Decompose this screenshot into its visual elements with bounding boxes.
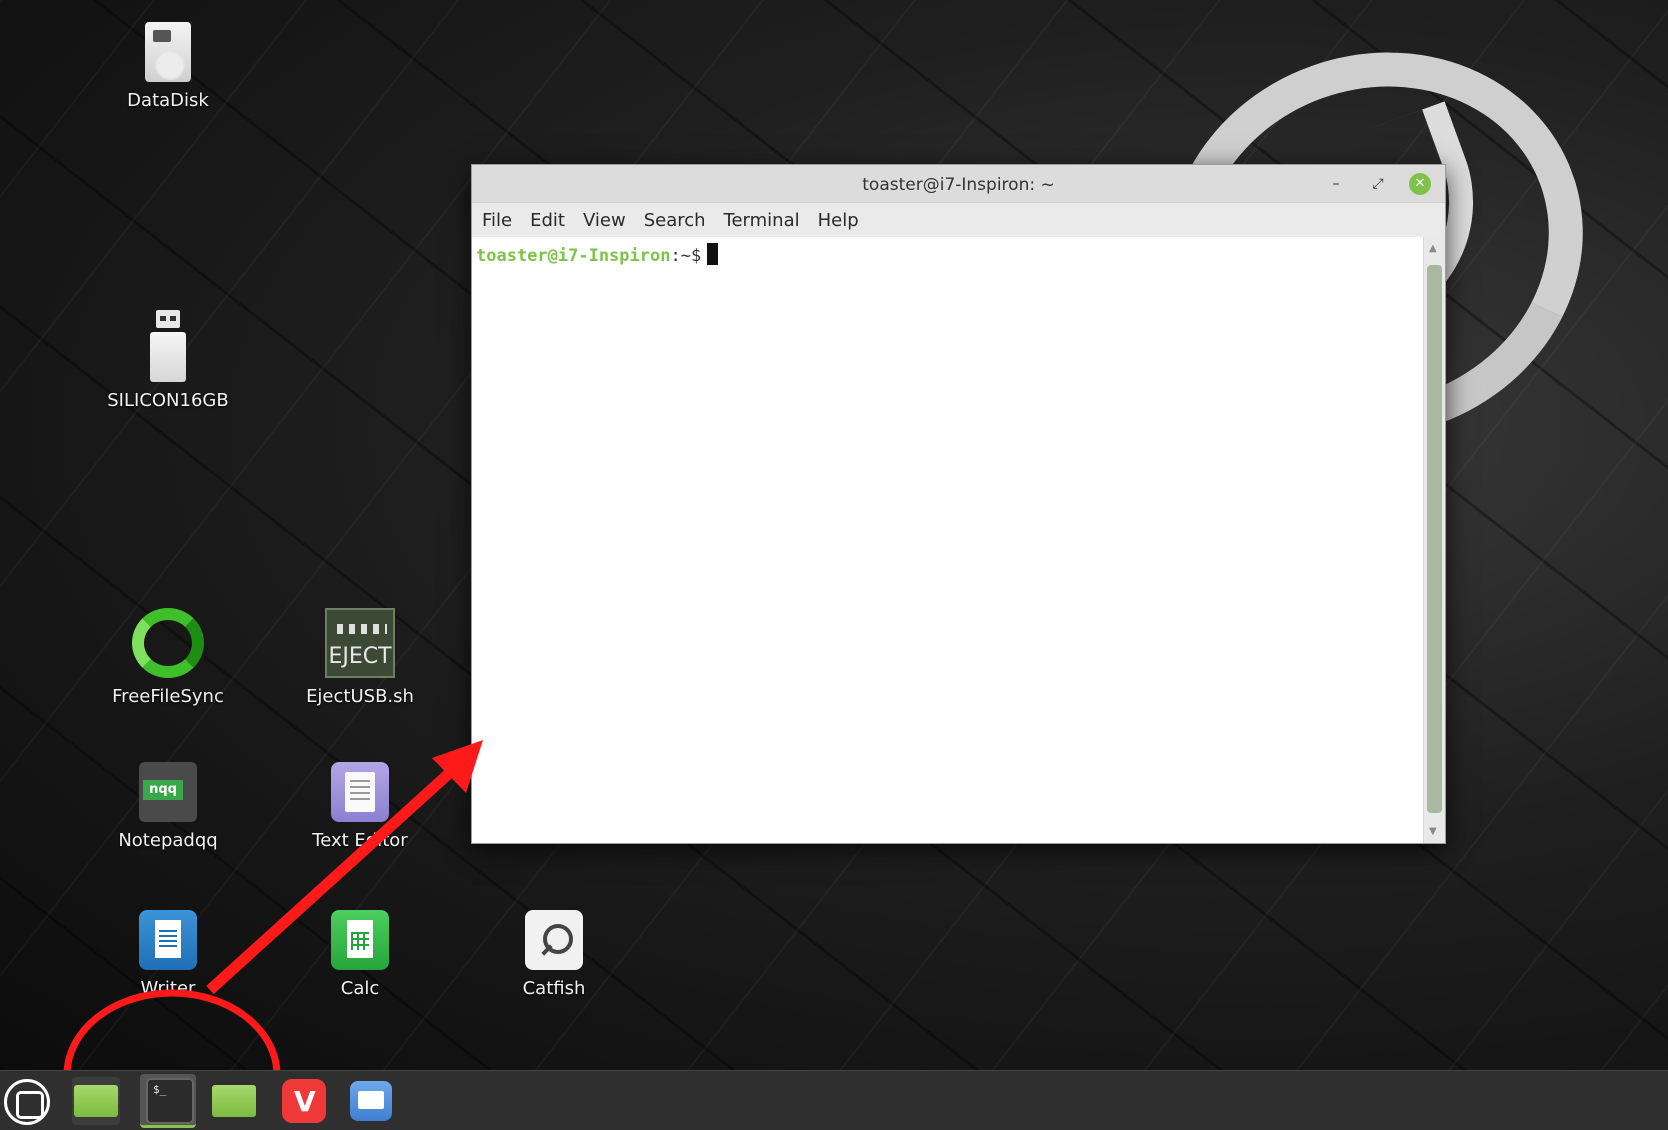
maximize-button[interactable]: ⤢ — [1367, 173, 1389, 195]
scrollbar-thumb[interactable] — [1427, 265, 1442, 813]
menu-view[interactable]: View — [583, 210, 626, 231]
menu-search[interactable]: Search — [644, 210, 706, 231]
mail-icon[interactable] — [348, 1077, 396, 1125]
desktop-icon-text-editor[interactable]: Text Editor — [285, 762, 435, 851]
desktop-icon-label: Catfish — [522, 978, 586, 999]
desktop-icon-calc[interactable]: Calc — [285, 910, 435, 999]
desktop-icon-label: DataDisk — [127, 90, 209, 111]
notepadqq-icon — [139, 762, 197, 822]
desktop-icon-label: SILICON16GB — [107, 390, 229, 411]
mint-menu-icon[interactable] — [4, 1079, 50, 1125]
menu-file[interactable]: File — [482, 210, 512, 231]
desktop-icon-writer[interactable]: Writer — [93, 910, 243, 999]
terminal-titlebar[interactable]: toaster@i7-Inspiron: ~ – ⤢ ✕ — [472, 165, 1445, 203]
scroll-down-arrow-icon[interactable]: ▼ — [1429, 826, 1437, 837]
sync-arrows-icon — [132, 608, 204, 678]
desktop-icon-label: Notepadqq — [118, 830, 218, 851]
prompt-user-host: toaster@i7-Inspiron — [476, 246, 671, 266]
terminal-scrollbar[interactable]: ▲ ▼ — [1423, 237, 1445, 843]
menu-edit[interactable]: Edit — [530, 210, 565, 231]
desktop-icon-ejectusb[interactable]: EJECT EjectUSB.sh — [285, 608, 435, 707]
spreadsheet-icon — [331, 910, 389, 970]
menu-terminal[interactable]: Terminal — [724, 210, 800, 231]
close-button[interactable]: ✕ — [1409, 173, 1431, 195]
minimize-button[interactable]: – — [1325, 173, 1347, 195]
search-magnifier-icon — [525, 910, 583, 970]
desktop-icon-label: FreeFileSync — [112, 686, 224, 707]
desktop-icon-label: Writer — [140, 978, 196, 999]
terminal-icon[interactable] — [140, 1074, 196, 1128]
desktop-icon-freefilesync[interactable]: FreeFileSync — [93, 608, 243, 707]
eject-script-icon: EJECT — [325, 608, 395, 678]
files-folder-icon[interactable] — [72, 1077, 120, 1125]
menu-help[interactable]: Help — [818, 210, 859, 231]
shell-prompt: toaster@i7-Inspiron:~$ — [476, 243, 719, 266]
prompt-path: :~$ — [670, 246, 702, 266]
terminal-menubar: File Edit View Search Terminal Help — [472, 203, 1445, 237]
desktop-icon-label: EjectUSB.sh — [306, 686, 414, 707]
disk-drive-icon — [145, 22, 191, 82]
desktop-icon-label: Text Editor — [312, 830, 408, 851]
usb-drive-icon — [150, 310, 186, 382]
desktop-icon-silicon16gb[interactable]: SILICON16GB — [93, 310, 243, 411]
writer-document-icon — [139, 910, 197, 970]
desktop-icon-notepadqq[interactable]: Notepadqq — [93, 762, 243, 851]
folder-icon[interactable] — [210, 1077, 258, 1125]
text-editor-icon — [331, 762, 389, 822]
terminal-output-area[interactable]: toaster@i7-Inspiron:~$ ▲ ▼ — [472, 237, 1445, 843]
terminal-window[interactable]: toaster@i7-Inspiron: ~ – ⤢ ✕ File Edit V… — [471, 164, 1446, 844]
vivaldi-browser-icon[interactable] — [280, 1077, 328, 1125]
scroll-up-arrow-icon[interactable]: ▲ — [1429, 243, 1437, 254]
desktop-icon-datadisk[interactable]: DataDisk — [93, 22, 243, 111]
desktop-icon-catfish[interactable]: Catfish — [479, 910, 629, 999]
taskbar — [0, 1070, 1668, 1130]
desktop-icon-label: Calc — [340, 978, 380, 999]
text-cursor — [707, 243, 719, 265]
window-title: toaster@i7-Inspiron: ~ — [862, 175, 1055, 195]
